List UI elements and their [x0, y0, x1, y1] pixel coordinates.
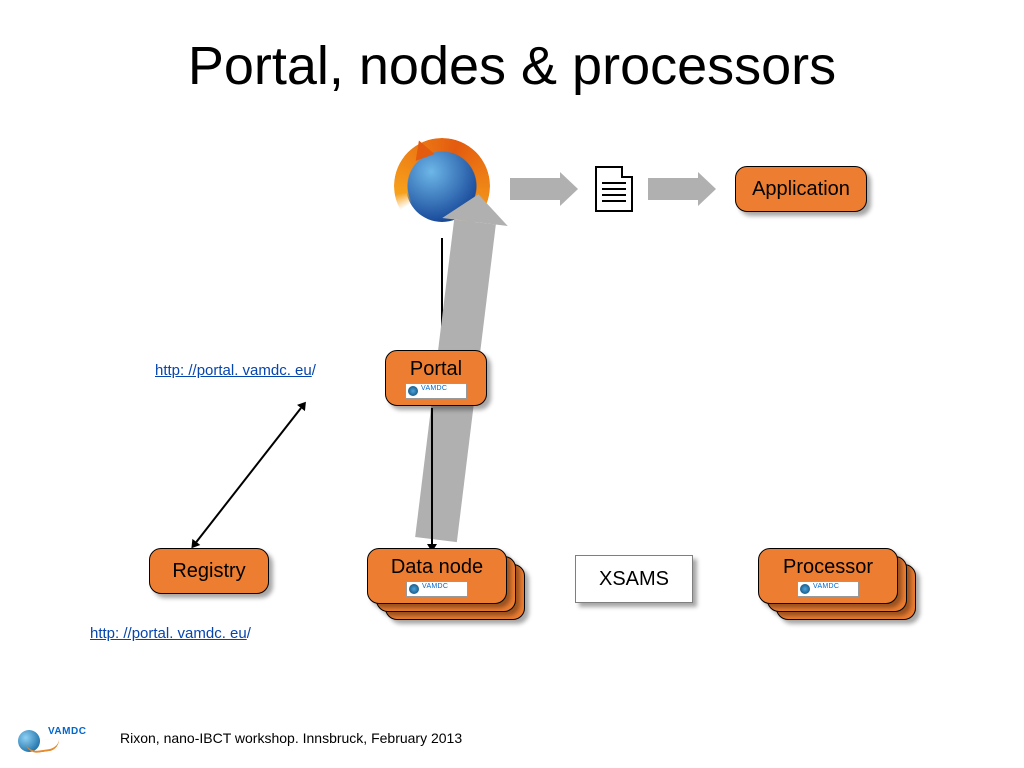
vamdc-footer-logo-icon: VAMDC: [18, 726, 108, 754]
link-registry-url-slash: /: [247, 625, 251, 642]
node-registry: Registry: [149, 548, 269, 594]
vamdc-mini-logo-icon: [405, 383, 467, 399]
footer-text: Rixon, nano-IBCT workshop. Innsbruck, Fe…: [120, 730, 462, 746]
node-processor: Processor: [758, 548, 898, 604]
label-xsams-text: XSAMS: [599, 568, 669, 591]
node-application: Application: [735, 166, 867, 212]
link-portal-url[interactable]: http: //portal. vamdc. eu/: [155, 362, 316, 379]
label-xsams: XSAMS: [575, 555, 693, 603]
slide-title: Portal, nodes & processors: [0, 35, 1024, 97]
link-registry-url[interactable]: http: //portal. vamdc. eu/: [90, 625, 251, 642]
document-icon: [595, 166, 633, 212]
arrow-portal-to-registry: [196, 407, 302, 542]
link-portal-url-slash: /: [312, 362, 316, 379]
node-datanode-label: Data node: [391, 556, 483, 579]
link-registry-url-text: http: //portal. vamdc. eu: [90, 625, 247, 642]
node-registry-label: Registry: [172, 560, 245, 583]
arrow-portal-to-datanode: [431, 408, 433, 544]
node-portal-label: Portal: [410, 358, 462, 381]
vamdc-mini-logo-icon: [797, 581, 859, 597]
arrow-browser-to-doc: [510, 178, 560, 200]
link-portal-url-text: http: //portal. vamdc. eu: [155, 362, 312, 379]
node-datanode: Data node: [367, 548, 507, 604]
vamdc-mini-logo-icon: [406, 581, 468, 597]
node-application-label: Application: [752, 178, 850, 201]
node-portal: Portal: [385, 350, 487, 406]
arrow-doc-to-application: [648, 178, 698, 200]
node-processor-label: Processor: [783, 556, 873, 579]
